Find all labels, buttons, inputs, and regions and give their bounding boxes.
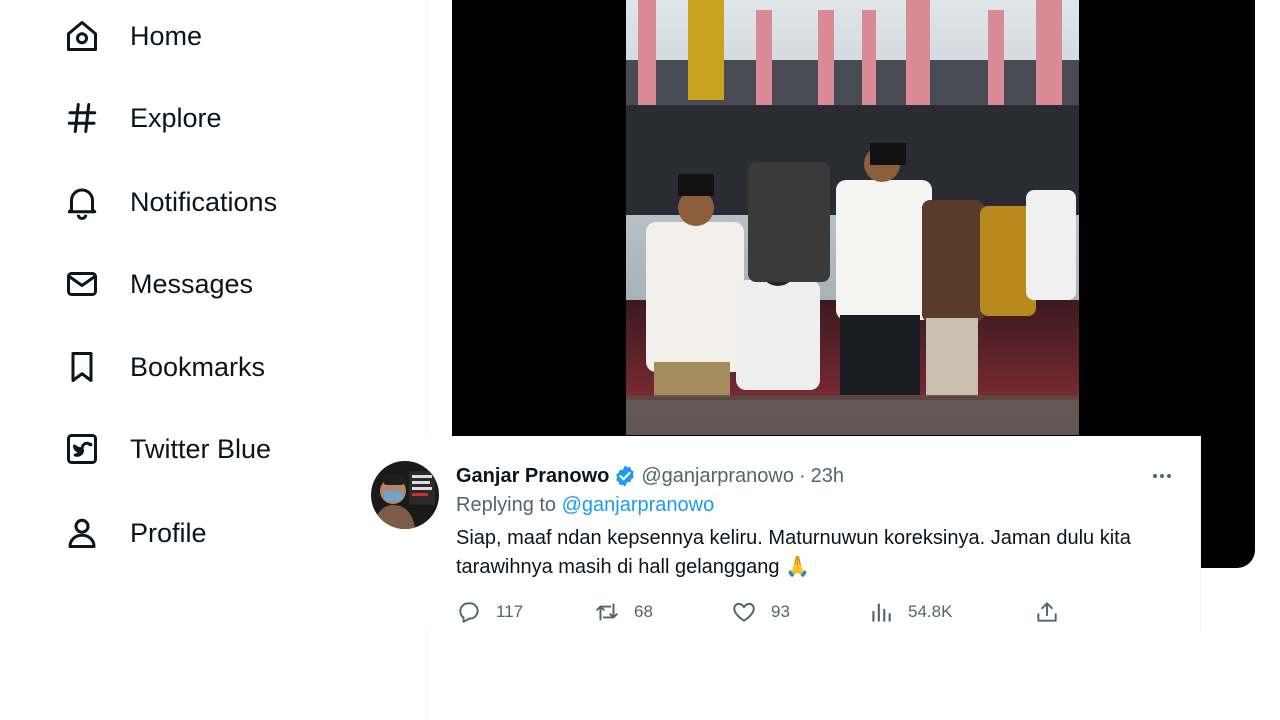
sidebar-item-label: Home <box>130 20 203 51</box>
like-count: 93 <box>771 602 790 621</box>
reply-count: 117 <box>496 602 524 621</box>
analytics-bars-icon <box>872 603 891 622</box>
sidebar-item-bookmarks[interactable]: Bookmarks <box>62 343 265 391</box>
bookmark-icon <box>62 347 102 387</box>
sidebar-item-label: Explore <box>130 102 222 133</box>
replying-to-handle-link[interactable]: @ganjarpranowo <box>562 494 715 516</box>
home-icon <box>62 16 102 56</box>
reply-button[interactable]: 117 <box>456 596 523 628</box>
sidebar-item-explore[interactable]: Explore <box>62 94 222 142</box>
avatar[interactable] <box>371 461 439 529</box>
replying-to: Replying to @ganjarpranowo <box>456 494 714 517</box>
sidebar-item-twitter-blue[interactable]: Twitter Blue <box>62 425 271 473</box>
sidebar-item-label: Profile <box>130 517 207 548</box>
tweet-photo[interactable] <box>626 0 1079 435</box>
sidebar-item-label: Notifications <box>130 186 278 217</box>
retweet-button[interactable]: 68 <box>594 596 653 628</box>
sidebar-item-home[interactable]: Home <box>62 12 202 60</box>
heart-icon <box>733 602 755 622</box>
retweet-icon <box>596 603 618 621</box>
retweet-count: 68 <box>634 602 653 621</box>
more-options-button[interactable] <box>1146 462 1178 490</box>
tweet-timestamp[interactable]: 23h <box>811 465 844 488</box>
sidebar-item-label: Messages <box>130 268 254 299</box>
verified-badge-icon <box>616 465 635 487</box>
share-button[interactable] <box>1034 596 1060 628</box>
tweet-header: Ganjar Pranowo @ganjarpranowo · 23h <box>456 462 844 490</box>
sidebar-item-profile[interactable]: Profile <box>62 509 207 557</box>
person-icon <box>62 513 102 553</box>
views-count: 54.8K <box>908 602 953 621</box>
tweet-text: Siap, maaf ndan kepsennya keliru. Maturn… <box>456 527 1131 578</box>
twitter-blue-icon <box>62 429 102 469</box>
separator-dot: · <box>799 464 806 487</box>
reply-bubble-icon <box>459 602 479 623</box>
sidebar-item-label: Bookmarks <box>130 351 266 382</box>
like-button[interactable]: 93 <box>731 596 790 628</box>
sidebar-item-notifications[interactable]: Notifications <box>62 178 277 226</box>
envelope-icon <box>62 264 102 304</box>
bell-icon <box>62 182 102 222</box>
author-handle[interactable]: @ganjarpranowo <box>641 465 794 488</box>
hashtag-icon <box>62 98 102 138</box>
more-dots-icon <box>1153 474 1171 478</box>
author-name[interactable]: Ganjar Pranowo <box>456 465 609 488</box>
sidebar-item-label: Twitter Blue <box>130 433 272 464</box>
share-upload-icon <box>1037 602 1057 622</box>
replying-to-label: Replying to <box>456 494 557 516</box>
views-button[interactable]: 54.8K <box>868 596 952 628</box>
sidebar-item-messages[interactable]: Messages <box>62 260 253 308</box>
